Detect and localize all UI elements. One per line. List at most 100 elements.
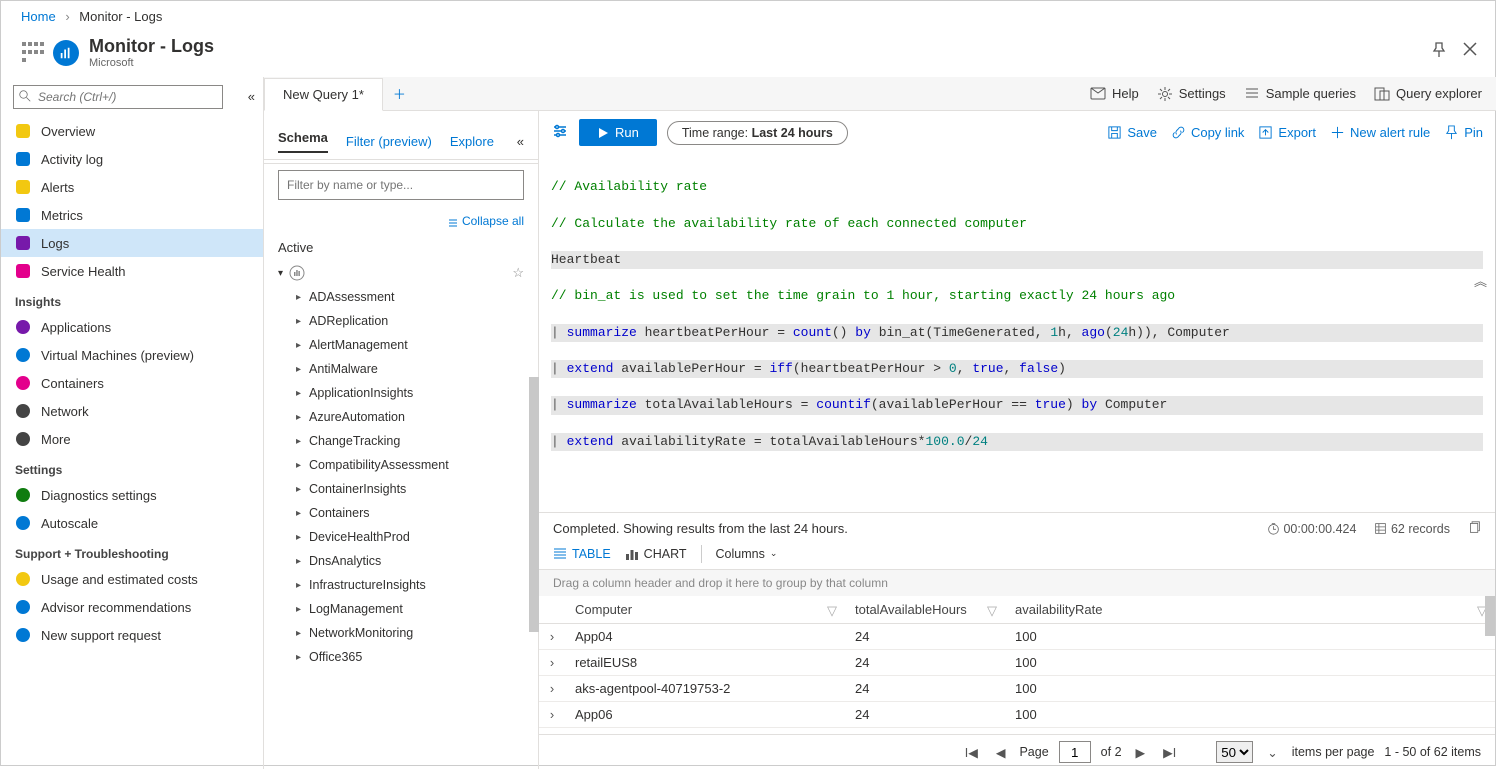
nav-item-health[interactable]: Service Health [1,257,263,285]
tree-item[interactable]: ADReplication [278,309,524,333]
query-settings-icon[interactable] [551,122,569,143]
table-row[interactable]: ›App0424100 [539,623,1495,649]
nav-item-activity[interactable]: Activity log [1,145,263,173]
page-of: of 2 [1101,745,1122,759]
pin-button[interactable]: Pin [1444,125,1483,140]
first-page-button[interactable]: I◀ [961,745,982,760]
expand-row-icon[interactable]: › [539,727,565,734]
nav-item-logs[interactable]: Logs [1,229,263,257]
tree-item[interactable]: LogManagement [278,597,524,621]
query-explorer-button[interactable]: Query explorer [1374,77,1482,110]
copy-link-button[interactable]: Copy link [1171,125,1244,140]
filter-tab[interactable]: Filter (preview) [346,134,432,149]
tree-item[interactable]: DeviceHealthProd [278,525,524,549]
table-row[interactable]: ›aks-agentpool-40719753-224100 [539,675,1495,701]
save-button[interactable]: Save [1107,125,1157,140]
collapse-nav-icon[interactable]: « [248,89,255,104]
nav-item[interactable]: Applications [1,313,263,341]
nav-item[interactable]: Network [1,397,263,425]
tree-item[interactable]: InfrastructureInsights [278,573,524,597]
columns-button[interactable]: Columns ⌄ [716,547,778,561]
nav-item-overview[interactable]: Overview [1,117,263,145]
add-tab-button[interactable]: ＋ [383,77,416,110]
search-input[interactable] [13,85,223,109]
run-button[interactable]: Run [579,119,657,146]
export-button[interactable]: Export [1258,125,1316,140]
tree-item[interactable]: DnsAnalytics [278,549,524,573]
schema-filter-input[interactable] [278,170,524,200]
tree-item[interactable]: Office365 [278,645,524,669]
expand-row-icon[interactable]: › [539,649,565,675]
next-page-button[interactable]: ▶ [1132,745,1150,760]
tree-item[interactable]: NetworkMonitoring [278,621,524,645]
group-by-hint[interactable]: Drag a column header and drop it here to… [539,570,1495,596]
col-computer[interactable]: Computer▽ [565,596,845,624]
nav-item-alerts[interactable]: Alerts [1,173,263,201]
table-row[interactable]: ›retailEUS824100 [539,649,1495,675]
settings-button[interactable]: Settings [1157,77,1226,110]
tree-item[interactable]: ContainerInsights [278,477,524,501]
last-page-button[interactable]: ▶I [1159,745,1180,760]
page-size-select[interactable]: 50 [1216,741,1253,763]
tree-item[interactable]: Containers [278,501,524,525]
tree-item[interactable]: AntiMalware [278,357,524,381]
nav-item[interactable]: More [1,425,263,453]
nav-label: Applications [41,320,111,335]
tree-item[interactable]: ADAssessment [278,285,524,309]
tree-item[interactable]: ApplicationInsights [278,381,524,405]
expand-row-icon[interactable]: › [539,623,565,649]
collapse-schema-icon[interactable]: « [517,134,524,149]
expand-row-icon[interactable]: › [539,675,565,701]
chart-view-tab[interactable]: CHART [625,547,687,561]
nav-item[interactable]: Usage and estimated costs [1,565,263,593]
grid-scrollbar[interactable] [1485,596,1495,636]
table-row[interactable]: ›App0624100 [539,701,1495,727]
nav-item[interactable]: Autoscale [1,509,263,537]
prev-page-button[interactable]: ◀ [992,745,1010,760]
query-area: Run Time range: Last 24 hours Save Copy … [539,77,1495,769]
new-alert-button[interactable]: New alert rule [1330,125,1430,140]
nav-icon [15,487,31,503]
health-icon [15,263,31,279]
nav-item[interactable]: Virtual Machines (preview) [1,341,263,369]
page-size-label: items per page [1292,745,1375,759]
tree-item[interactable]: AlertManagement [278,333,524,357]
col-availability[interactable]: availabilityRate▽ [1005,596,1495,624]
monitor-icon [53,40,79,66]
table-view-tab[interactable]: TABLE [553,547,611,561]
table-row[interactable]: ›deletethisvm24100 [539,727,1495,734]
copy-results-icon[interactable] [1468,521,1481,537]
tree-item[interactable]: AzureAutomation [278,405,524,429]
schema-tab[interactable]: Schema [278,130,328,153]
expand-editor-icon[interactable]: ︽ [1474,274,1487,292]
nav-icon [15,515,31,531]
tree-item[interactable]: CompatibilityAssessment [278,453,524,477]
breadcrumb-home[interactable]: Home [21,9,56,24]
time-range-selector[interactable]: Time range: Last 24 hours [667,121,848,145]
nav-item[interactable]: Diagnostics settings [1,481,263,509]
tree-item[interactable]: ChangeTracking [278,429,524,453]
close-icon[interactable] [1463,42,1477,61]
pin-icon[interactable] [1431,42,1447,61]
sample-queries-button[interactable]: Sample queries [1244,77,1356,110]
explore-tab[interactable]: Explore [450,134,494,149]
favorite-icon[interactable]: ☆ [512,265,524,281]
filter-icon[interactable]: ▽ [827,603,837,619]
collapse-all-button[interactable]: Collapse all [264,210,538,234]
query-editor[interactable]: // Availability rate // Calculate the av… [539,154,1495,513]
breadcrumb-current: Monitor - Logs [79,9,162,24]
nav-item[interactable]: New support request [1,621,263,649]
page-input[interactable] [1059,741,1091,763]
expand-row-icon[interactable]: › [539,701,565,727]
workspace-icon [289,265,305,281]
nav-item[interactable]: Containers [1,369,263,397]
schema-scrollbar[interactable] [529,377,539,632]
view-tabs: TABLE CHART Columns ⌄ [539,541,1495,570]
help-button[interactable]: Help [1090,77,1139,110]
query-tab[interactable]: New Query 1* [264,78,383,111]
filter-icon[interactable]: ▽ [987,603,997,619]
nav-item-metrics[interactable]: Metrics [1,201,263,229]
col-total-hours[interactable]: totalAvailableHours▽ [845,596,1005,624]
tree-workspace[interactable]: ▾ ☆ [278,261,524,285]
nav-item[interactable]: Advisor recommendations [1,593,263,621]
